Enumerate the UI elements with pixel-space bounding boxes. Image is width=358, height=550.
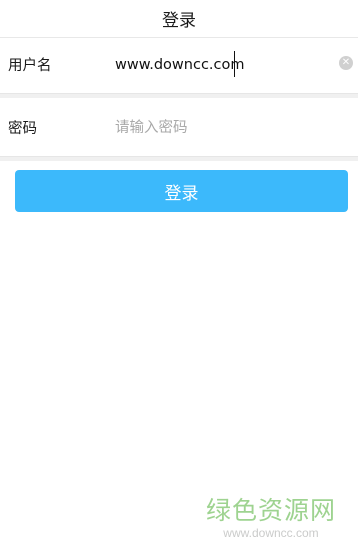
username-input[interactable]: [115, 50, 358, 79]
divider: [0, 157, 358, 161]
watermark-site-name: 绿色资源网: [205, 496, 336, 525]
login-screen: 登录 用户名 ✕ 密码 登录 绿色资源网 www.downcc.com: [0, 0, 358, 550]
password-input[interactable]: [115, 113, 358, 142]
watermark: 绿色资源网 www.downcc.com: [206, 491, 336, 540]
password-label: 密码: [8, 121, 37, 137]
page-title: 登录: [0, 0, 358, 38]
clear-icon[interactable]: ✕: [339, 56, 353, 70]
login-button[interactable]: 登录: [15, 170, 348, 212]
password-row: 密码: [0, 99, 358, 157]
username-label: 用户名: [8, 58, 52, 74]
watermark-url: www.downcc.com: [223, 526, 319, 540]
page-title-text: 登录: [162, 11, 196, 31]
text-cursor: [234, 51, 235, 77]
divider: [0, 94, 358, 98]
username-row: 用户名 ✕: [0, 36, 358, 94]
